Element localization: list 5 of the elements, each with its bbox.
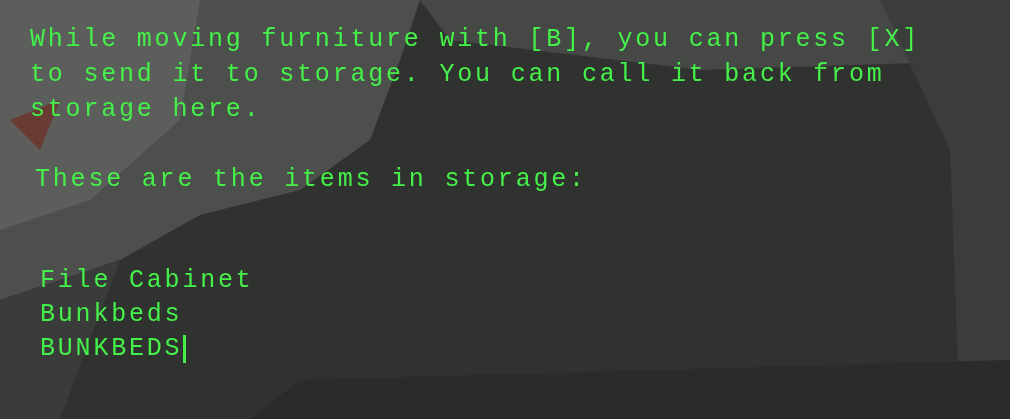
command-input[interactable]: BUNKBEDS	[40, 332, 187, 366]
storage-heading: These are the items in storage:	[34, 164, 588, 196]
instruction-text: While moving furniture with [B], you can press [X] to send it to storage. You can call it back from storage here.	[30, 24, 922, 126]
storage-item[interactable]: File Cabinet	[40, 264, 254, 298]
storage-item[interactable]: Bunkbeds	[40, 298, 183, 332]
